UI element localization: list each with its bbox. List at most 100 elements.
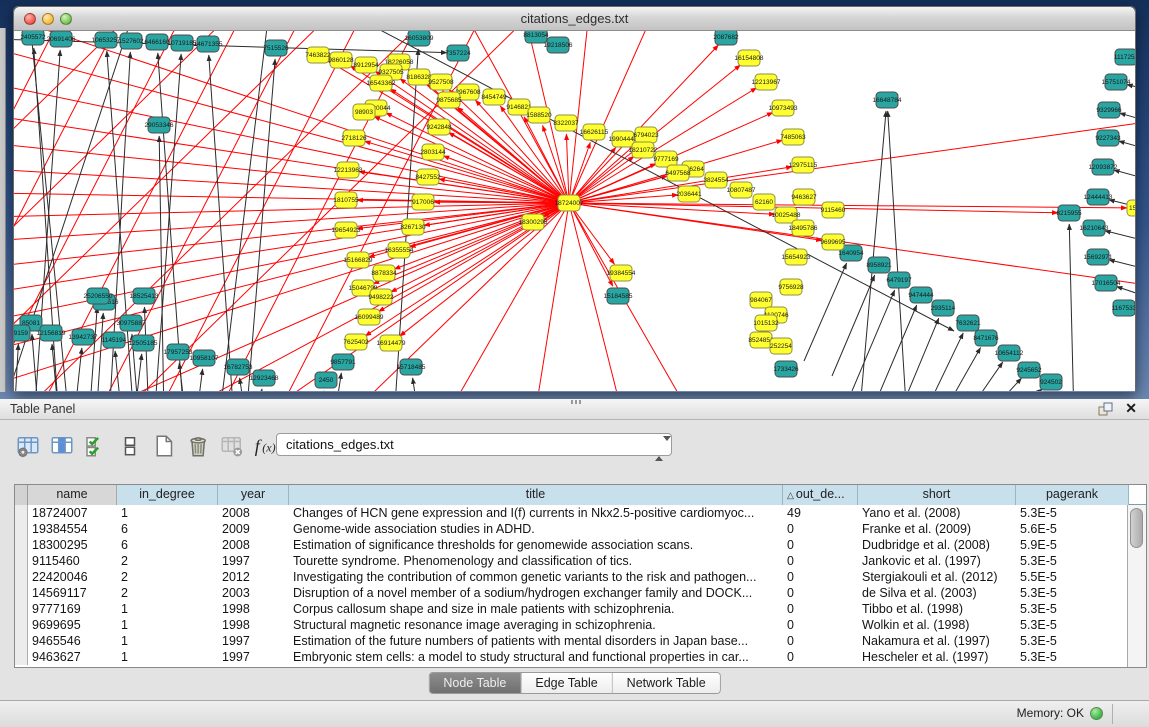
graph-node[interactable]: 12505185: [129, 335, 158, 351]
graph-edge-red[interactable]: [374, 116, 569, 203]
tab-node-table[interactable]: Node Table: [429, 673, 521, 693]
cell-name[interactable]: 9463627: [28, 649, 117, 665]
memory-indicator[interactable]: Memory: OK: [1017, 706, 1103, 720]
cell-in_degree[interactable]: 2: [117, 569, 218, 585]
graph-node[interactable]: 30975887: [117, 315, 146, 331]
cell-in_degree[interactable]: 6: [117, 521, 218, 537]
graph-node[interactable]: 2450: [315, 372, 337, 388]
graph-node[interactable]: 10958107: [190, 350, 219, 366]
graph-node[interactable]: 16154808: [735, 50, 764, 66]
graph-node[interactable]: 12975115: [789, 157, 818, 173]
network-canvas[interactable]: 2405572206914061065325715276026466160107…: [14, 31, 1135, 391]
graph-edge-black[interactable]: [962, 362, 1003, 391]
graph-node[interactable]: 98903: [353, 104, 375, 120]
cell-title[interactable]: Genome-wide association studies in ADHD.: [289, 521, 783, 537]
graph-node[interactable]: 917006: [412, 194, 434, 210]
table-row[interactable]: 946554611997Estimation of the future num…: [15, 633, 1129, 649]
graph-node[interactable]: 10654112: [995, 345, 1024, 361]
stacked-rows-button[interactable]: [116, 432, 146, 460]
graph-node[interactable]: 2087682: [713, 31, 739, 45]
graph-node[interactable]: 9474444: [908, 287, 934, 303]
graph-node[interactable]: 15692971: [1084, 249, 1113, 265]
graph-node[interactable]: 12213967: [752, 74, 781, 90]
cell-title[interactable]: Estimation of significance thresholds fo…: [289, 537, 783, 553]
graph-node[interactable]: 16782753: [224, 359, 253, 375]
cell-title[interactable]: Changes of HCN gene expression and I(f) …: [289, 505, 783, 521]
cell-short[interactable]: Nakamura et al. (1997): [858, 633, 1016, 649]
graph-node[interactable]: 1117253: [1114, 49, 1135, 65]
graph-node[interactable]: 15184585: [604, 288, 633, 304]
cell-short[interactable]: Jankovic et al. (1997): [858, 553, 1016, 569]
graph-node[interactable]: 12213963: [334, 162, 363, 178]
cell-name[interactable]: 19384554: [28, 521, 117, 537]
graph-node[interactable]: 9498222: [368, 289, 394, 305]
graph-node[interactable]: 16648784: [873, 92, 902, 108]
row-gutter[interactable]: [15, 617, 28, 633]
graph-node[interactable]: 18525413: [130, 288, 159, 304]
cell-short[interactable]: Stergiakouli et al. (2012): [858, 569, 1016, 585]
cell-name[interactable]: 22420046: [28, 569, 117, 585]
graph-node[interactable]: 8322037: [553, 115, 579, 131]
graph-node[interactable]: 12923468: [250, 370, 279, 386]
graph-node[interactable]: 29053346: [145, 117, 174, 133]
graph-edge-black[interactable]: [1119, 141, 1135, 151]
cell-year[interactable]: 1998: [218, 601, 289, 617]
graph-node[interactable]: 6479197: [886, 272, 912, 288]
cell-in_degree[interactable]: 1: [117, 617, 218, 633]
graph-edge-black[interactable]: [209, 55, 234, 391]
cell-in_degree[interactable]: 2: [117, 553, 218, 569]
cell-in_degree[interactable]: 2: [117, 585, 218, 601]
graph-node[interactable]: 9245652: [1016, 362, 1042, 378]
cell-pagerank[interactable]: 5.3E-5: [1016, 649, 1129, 665]
row-gutter[interactable]: [15, 649, 28, 665]
graph-node[interactable]: 9857791: [330, 354, 356, 370]
table-row[interactable]: 969969511998Structural magnetic resonanc…: [15, 617, 1129, 633]
trash-button[interactable]: [184, 432, 214, 460]
graph-node[interactable]: 9860128: [328, 52, 354, 68]
graph-edge-red[interactable]: [569, 203, 614, 264]
delete-table-button[interactable]: [218, 432, 248, 460]
graph-node[interactable]: 9699695: [820, 234, 846, 250]
graph-edge-black[interactable]: [154, 54, 181, 391]
graph-edge-black[interactable]: [1114, 170, 1135, 181]
graph-node[interactable]: 18495786: [789, 220, 818, 236]
graph-node[interactable]: 2935114: [931, 300, 956, 316]
graph-node[interactable]: 9227343: [1095, 130, 1121, 146]
column-header-pagerank[interactable]: pagerank: [1016, 485, 1129, 505]
graph-node[interactable]: 16543362: [367, 75, 396, 91]
cell-in_degree[interactable]: 6: [117, 537, 218, 553]
graph-node[interactable]: 16210643: [1080, 220, 1109, 236]
graph-node[interactable]: 2405572: [20, 31, 46, 45]
table-settings-button[interactable]: [14, 432, 44, 460]
graph-node[interactable]: 8215955: [1056, 205, 1082, 221]
graph-node[interactable]: 8878334: [371, 265, 397, 281]
cell-out_degree[interactable]: 0: [783, 617, 858, 633]
graph-edge-red[interactable]: [569, 88, 757, 203]
cell-title[interactable]: Investigating the contribution of common…: [289, 569, 783, 585]
column-header-name[interactable]: name: [28, 485, 117, 505]
graph-node[interactable]: 39159: [14, 325, 30, 341]
cell-year[interactable]: 2003: [218, 585, 289, 601]
graph-node[interactable]: 6466160: [144, 34, 170, 50]
graph-node[interactable]: 19654923: [332, 222, 361, 238]
cell-year[interactable]: 1997: [218, 553, 289, 569]
table-row[interactable]: 946362711997Embryonic stem cells: a mode…: [15, 649, 1129, 665]
graph-node[interactable]: 15166829: [344, 252, 373, 268]
cell-name[interactable]: 9699695: [28, 617, 117, 633]
graph-node[interactable]: 16914479: [377, 335, 406, 351]
graph-node[interactable]: 8267130: [400, 219, 426, 235]
graph-edge-black[interactable]: [1069, 224, 1074, 391]
cell-short[interactable]: de Silva et al. (2003): [858, 585, 1016, 601]
cell-pagerank[interactable]: 5.3E-5: [1016, 585, 1129, 601]
graph-node[interactable]: 62160: [753, 194, 775, 210]
graph-node[interactable]: 7463822: [305, 47, 331, 63]
graph-node[interactable]: 19218506: [544, 37, 573, 53]
graph-edge-black[interactable]: [852, 290, 895, 391]
graph-node[interactable]: 9115460: [821, 202, 846, 218]
cell-pagerank[interactable]: 5.3E-5: [1016, 553, 1129, 569]
graph-node[interactable]: 15751074: [1102, 74, 1131, 90]
graph-edge-black[interactable]: [939, 348, 981, 391]
graph-node[interactable]: 7625402: [343, 334, 369, 350]
new-file-button[interactable]: [150, 432, 180, 460]
graph-node[interactable]: 9527508: [428, 74, 454, 90]
